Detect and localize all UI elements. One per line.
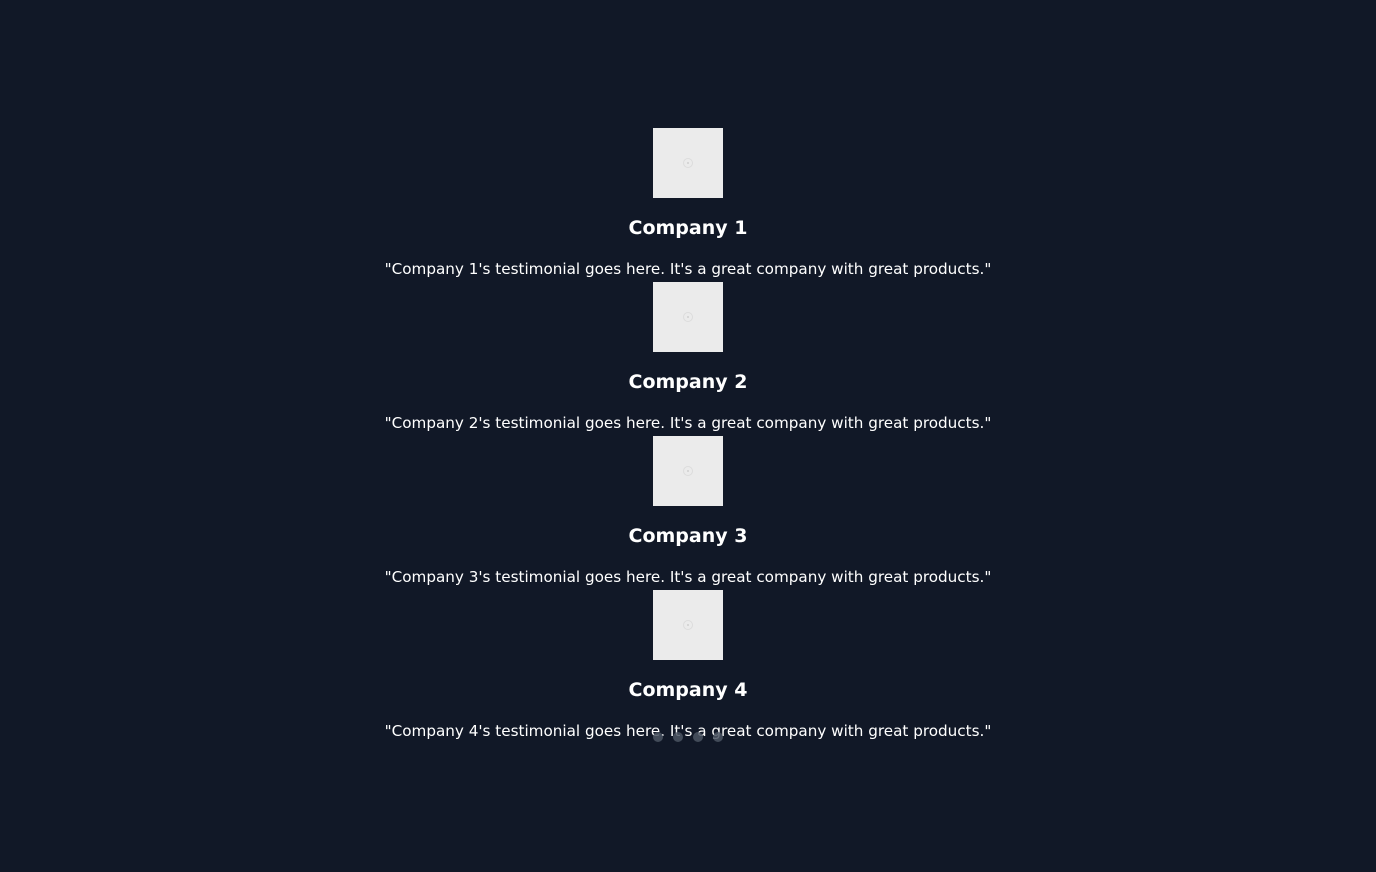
image-placeholder-icon [683,466,693,476]
image-placeholder-icon [683,312,693,322]
testimonial-quote: "Company 3's testimonial goes here. It's… [384,568,992,586]
company-logo [653,436,723,506]
testimonials-section: Company 1 "Company 1's testimonial goes … [0,0,1376,872]
company-name: Company 1 [628,217,748,239]
company-logo [653,282,723,352]
image-placeholder-icon [683,620,693,630]
carousel-dot-2[interactable] [673,732,683,742]
testimonial-item: Company 3 "Company 3's testimonial goes … [0,436,1376,590]
testimonial-item: Company 4 "Company 4's testimonial goes … [0,590,1376,744]
image-placeholder-icon [683,158,693,168]
testimonial-item: Company 1 "Company 1's testimonial goes … [0,128,1376,282]
testimonial-quote: "Company 1's testimonial goes here. It's… [384,260,992,278]
carousel-dot-4[interactable] [713,732,723,742]
testimonial-quote: "Company 2's testimonial goes here. It's… [384,414,992,432]
company-name: Company 3 [628,525,748,547]
company-logo [653,590,723,660]
company-logo [653,128,723,198]
company-name: Company 4 [628,679,748,701]
carousel-dot-3[interactable] [693,732,703,742]
carousel-dots [653,732,725,744]
company-name: Company 2 [628,371,748,393]
testimonial-item: Company 2 "Company 2's testimonial goes … [0,282,1376,436]
carousel-dot-1[interactable] [653,732,663,742]
